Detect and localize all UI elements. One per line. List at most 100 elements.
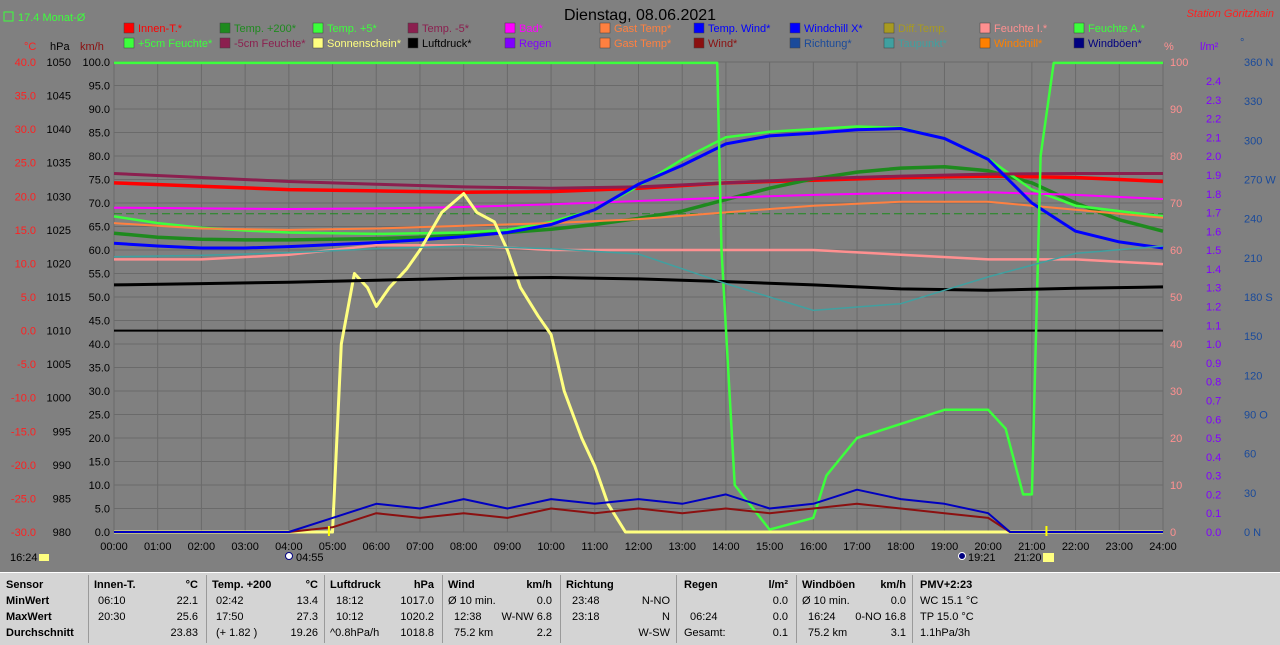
temp-tick-label: 5.0	[21, 292, 36, 304]
hpa-tick-label: 980	[53, 527, 71, 539]
hpa-tick-label: 995	[53, 426, 71, 438]
temp200-avg-note: (+ 1.82 )	[216, 627, 258, 639]
regen-unit: l/m²	[768, 579, 788, 591]
percent-tick-label: 0	[1170, 527, 1176, 539]
stats-temp200: Temp. +200 °C 02:42 13.4 17:50 27.3 (+ 1.82…	[212, 577, 322, 643]
stats-wind: Wind km/h Ø 10 min. 0.0 12:38 W-NW 6.8 75.2…	[448, 577, 556, 643]
direction-tick-label: 330	[1244, 96, 1262, 108]
kmh-tick-label: 70.0	[89, 198, 110, 210]
direction-tick-label: 120	[1244, 370, 1262, 382]
legend-swatch	[219, 37, 231, 49]
legend-swatch	[504, 37, 516, 49]
percent-tick-label: 90	[1170, 104, 1182, 116]
boeen-title: Windböen	[802, 579, 856, 591]
boeen-max-time: 16:24	[808, 611, 836, 623]
legend-swatch	[504, 22, 516, 34]
hpa-tick-label: 1020	[47, 258, 71, 270]
hpa-tick-label: 1040	[47, 124, 71, 136]
legend-swatch	[789, 22, 801, 34]
sunshine-duration: 16:24	[10, 552, 38, 564]
legend-label: Richtung*	[804, 38, 852, 50]
stats-pmv: PMV+2:23 WC 15.1 °C TP 15.0 °C 1.1hPa/3h	[920, 577, 1030, 643]
kmh-tick-label: 35.0	[89, 363, 110, 375]
time-tick-label: 24:00	[1149, 541, 1177, 553]
time-tick-label: 11:00	[581, 541, 608, 553]
temp-tick-label: -5.0	[17, 359, 36, 371]
rain-tick-label: 0.9	[1206, 358, 1221, 370]
moon-icon	[285, 552, 293, 560]
percent-tick-label: 30	[1170, 386, 1182, 398]
regen-max-value: 0.0	[772, 611, 788, 623]
legend-swatch	[599, 37, 611, 49]
wind-avg: 2.2	[536, 627, 552, 639]
legend-label: +5cm Feuchte*	[138, 38, 213, 50]
rain-tick-label: 1.8	[1206, 189, 1221, 201]
direction-tick-label: 0 N	[1244, 527, 1261, 539]
legend-label: Gast Temp*	[614, 38, 672, 50]
percent-tick-label: 100	[1170, 57, 1188, 69]
legend-label: -5cm Feuchte*	[234, 38, 306, 50]
legend-label: Windböen*	[1088, 38, 1143, 50]
legend-label: Feuchte I.*	[994, 23, 1048, 35]
innen-unit: °C	[185, 579, 198, 591]
unit-celsius: °C	[24, 41, 36, 53]
moon-icon	[958, 552, 966, 560]
boeen-distance: 75.2 km	[808, 627, 848, 639]
wind-avg10-value: 0.0	[536, 595, 552, 607]
rain-tick-label: 1.2	[1206, 302, 1221, 314]
direction-tick-label: 240	[1244, 214, 1262, 226]
legend-label: Temp. Wind*	[708, 23, 771, 35]
kmh-tick-label: 75.0	[89, 175, 110, 187]
legend-label: Feuchte A.*	[1088, 23, 1146, 35]
legend-label: Diff.Temp.	[898, 23, 947, 35]
temp-tick-label: 30.0	[15, 124, 36, 136]
temp-tick-label: 10.0	[15, 258, 36, 270]
unit-percent: %	[1164, 41, 1174, 53]
legend-label: Regen	[519, 38, 551, 50]
moonset-time: 19:21	[968, 552, 996, 564]
luftdruck-trend: ^0.8hPa/h	[330, 627, 380, 639]
time-tick-label: 14:00	[712, 541, 740, 553]
sunset-time: 21:20	[1014, 552, 1042, 564]
temp-tick-label: -15.0	[11, 426, 36, 438]
kmh-tick-label: 55.0	[89, 269, 110, 281]
temp200-avg: 19.26	[290, 627, 318, 639]
kmh-tick-label: 60.0	[89, 245, 110, 257]
rain-tick-label: 2.3	[1206, 95, 1221, 107]
legend-label: Luftdruck*	[422, 38, 472, 50]
rain-tick-label: 1.7	[1206, 208, 1221, 220]
percent-tick-label: 50	[1170, 292, 1182, 304]
regen-min-value: 0.0	[772, 595, 788, 607]
percent-tick-label: 20	[1170, 433, 1182, 445]
kmh-tick-label: 40.0	[89, 339, 110, 351]
wind-max-value: W-NW 6.8	[501, 611, 552, 623]
hpa-tick-label: 1050	[47, 57, 71, 69]
luftdruck-min-value: 1017.0	[400, 595, 434, 607]
legend-swatch	[979, 22, 991, 34]
direction-tick-label: 30	[1244, 488, 1256, 500]
sunshine-duration-swatch	[39, 554, 49, 561]
legend-swatch	[123, 37, 135, 49]
time-tick-label: 16:00	[800, 541, 828, 553]
regen-total-label: Gesamt:	[684, 627, 726, 639]
temp-tick-label: -20.0	[11, 460, 36, 472]
legend-label: Taupunkt*	[898, 38, 948, 50]
boeen-avg: 3.1	[890, 627, 906, 639]
temp200-min-time: 02:42	[216, 595, 244, 607]
temp200-max-time: 17:50	[216, 611, 244, 623]
direction-tick-label: 150	[1244, 331, 1262, 343]
stats-regen: Regen l/m² 0.0 06:24 0.0 Gesamt: 0.1	[684, 577, 790, 643]
rain-tick-label: 0.5	[1206, 433, 1221, 445]
time-tick-label: 08:00	[450, 541, 478, 553]
temp-tick-label: 35.0	[15, 91, 36, 103]
unit-kmh: km/h	[80, 41, 104, 53]
rain-tick-label: 1.5	[1206, 245, 1221, 257]
richtung-avg: W-SW	[638, 627, 670, 639]
legend-label: Bad*	[519, 23, 544, 35]
rain-tick-label: 1.0	[1206, 339, 1221, 351]
rain-tick-label: 1.1	[1206, 320, 1221, 332]
time-tick-label: 00:00	[100, 541, 128, 553]
boeen-avg10-label: Ø 10 min.	[802, 595, 850, 607]
luftdruck-title: Luftdruck	[330, 579, 381, 591]
pmv-dewpoint: TP 15.0 °C	[920, 611, 974, 623]
